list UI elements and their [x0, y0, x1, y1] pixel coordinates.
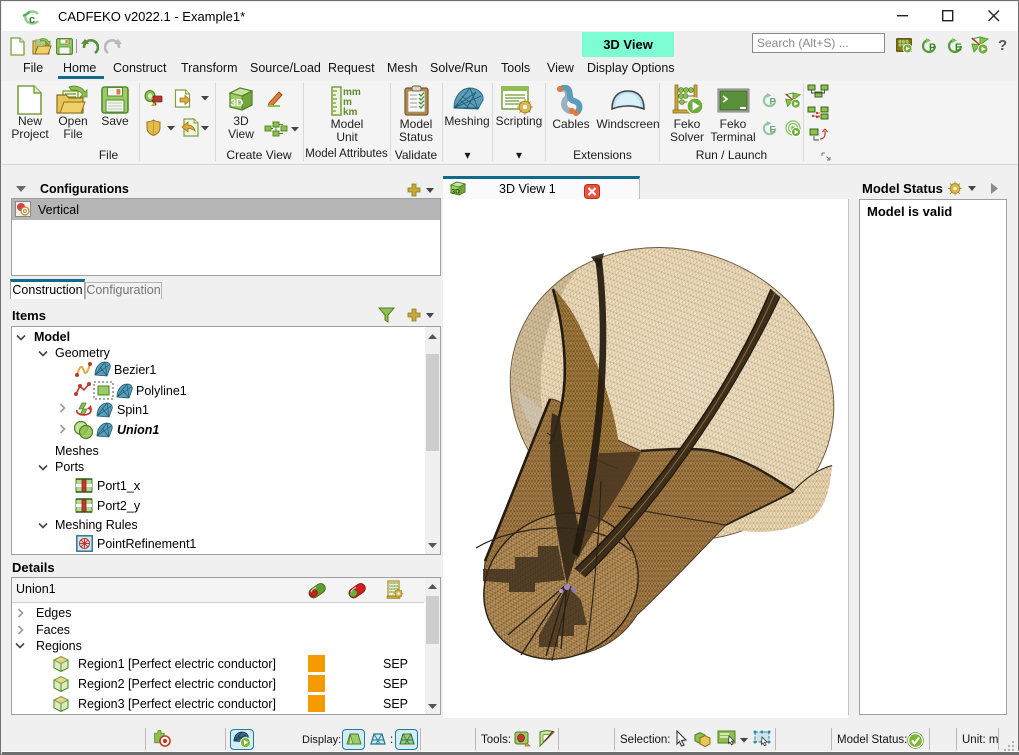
- svg-text:km: km: [343, 107, 358, 117]
- svg-text:c: c: [29, 14, 35, 26]
- svg-text:P: P: [929, 43, 936, 54]
- svg-text:3D: 3D: [231, 98, 244, 109]
- svg-text:P: P: [770, 97, 776, 107]
- svg-text:3D: 3D: [452, 189, 461, 196]
- svg-text:E: E: [955, 43, 962, 54]
- svg-text:E: E: [770, 125, 776, 135]
